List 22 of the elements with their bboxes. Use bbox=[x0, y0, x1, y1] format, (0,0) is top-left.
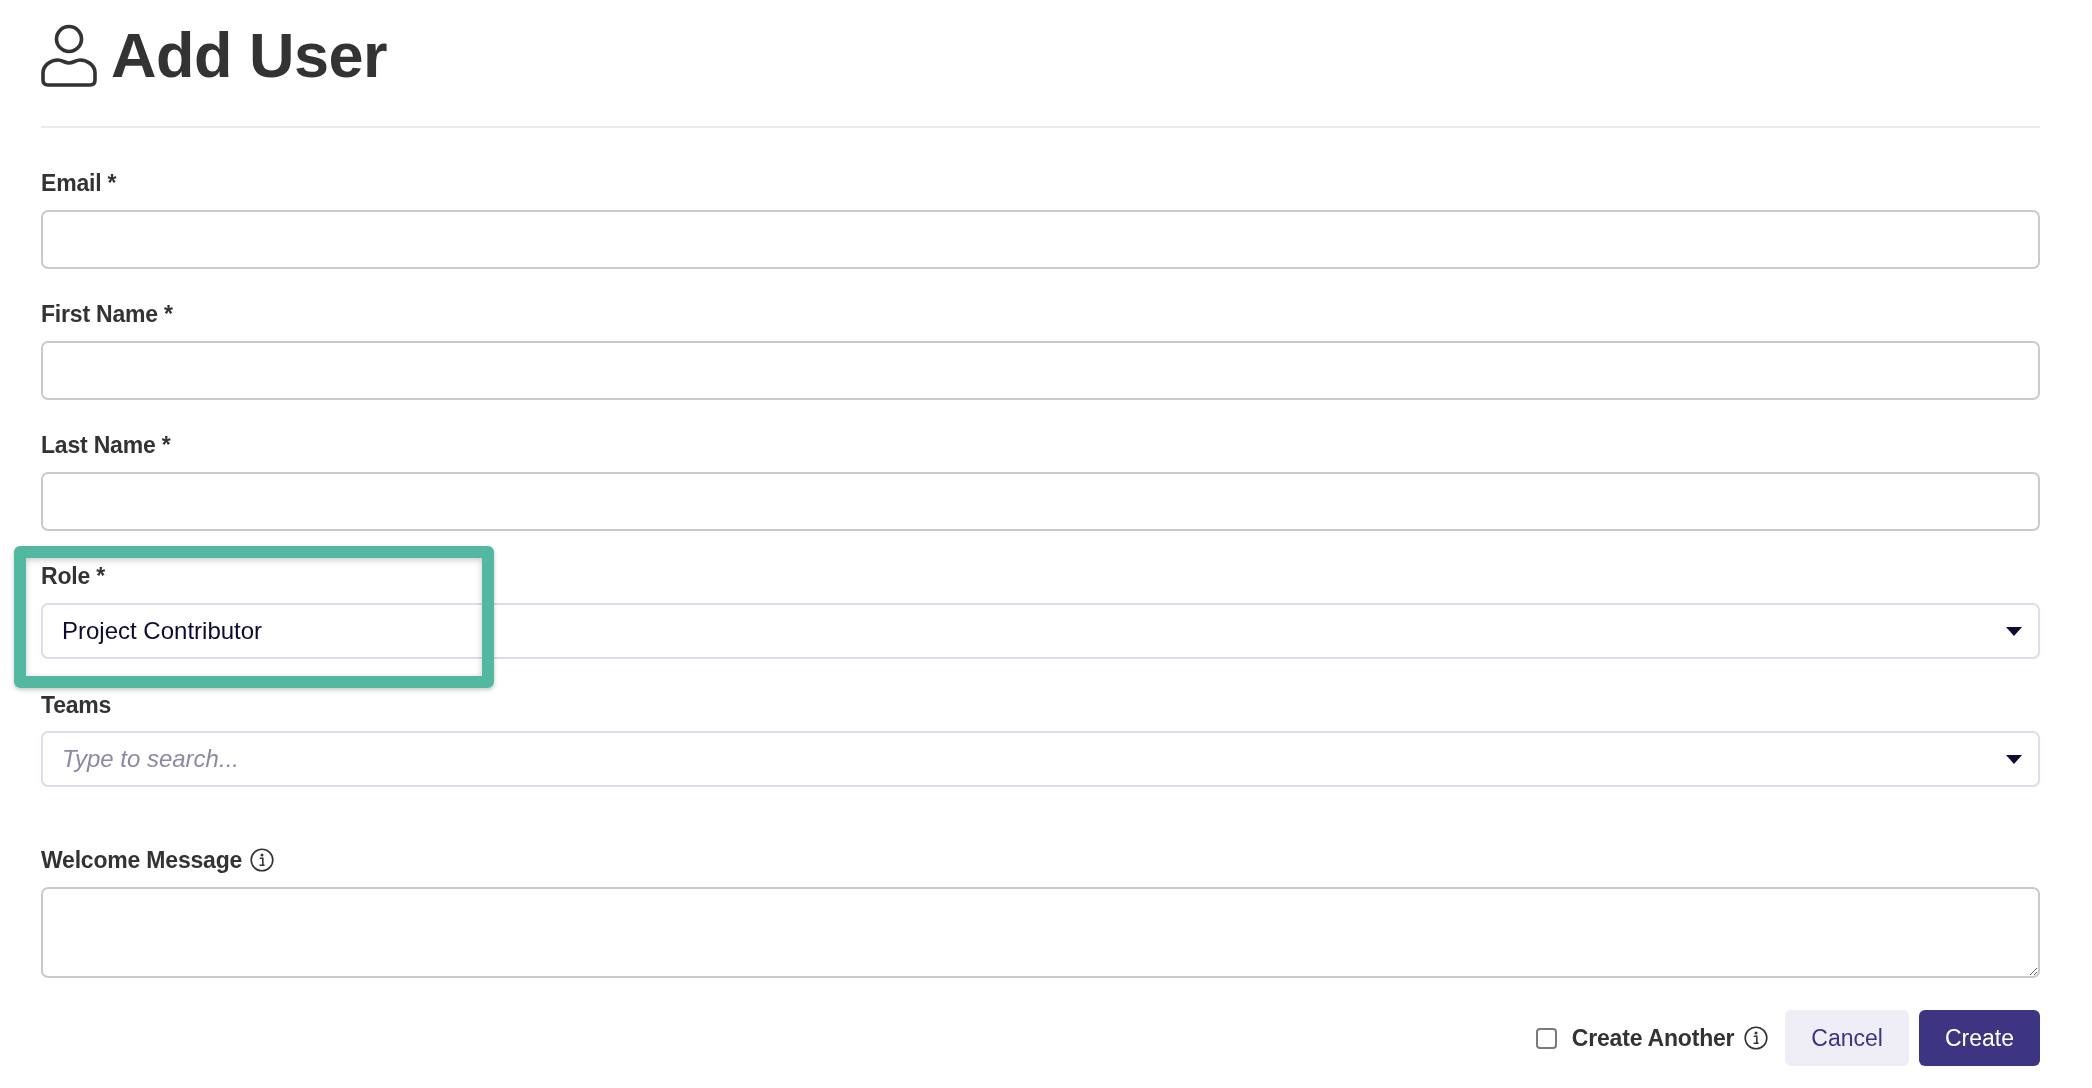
field-label: Welcome Message bbox=[41, 846, 243, 874]
cancel-button[interactable]: Cancel bbox=[1785, 1010, 1909, 1066]
user-icon bbox=[41, 23, 97, 87]
create-button[interactable]: Create bbox=[1918, 1010, 2040, 1066]
field-label: Role * bbox=[41, 562, 105, 590]
caret-icon bbox=[2006, 626, 2022, 636]
message-textarea[interactable] bbox=[41, 887, 2040, 978]
field-label: First Name * bbox=[41, 300, 173, 328]
field-label: Teams bbox=[41, 692, 112, 719]
info-icon[interactable] bbox=[1744, 1026, 1769, 1050]
dropdown-select[interactable]: Project Contributor bbox=[41, 603, 2040, 659]
text-input[interactable] bbox=[41, 341, 2040, 400]
field-label: Email * bbox=[41, 169, 117, 197]
checkbox[interactable] bbox=[1535, 1027, 1557, 1049]
checkbox-label: Create Another bbox=[1571, 1024, 1735, 1052]
page-title: Add User bbox=[111, 20, 388, 90]
search-dropdown[interactable]: Type to search... bbox=[41, 731, 2040, 787]
caret-icon bbox=[2006, 755, 2022, 764]
field-label: Last Name * bbox=[41, 431, 171, 459]
text-input[interactable] bbox=[41, 472, 2040, 531]
text-input[interactable] bbox=[41, 210, 2040, 269]
info-icon[interactable] bbox=[250, 848, 275, 872]
